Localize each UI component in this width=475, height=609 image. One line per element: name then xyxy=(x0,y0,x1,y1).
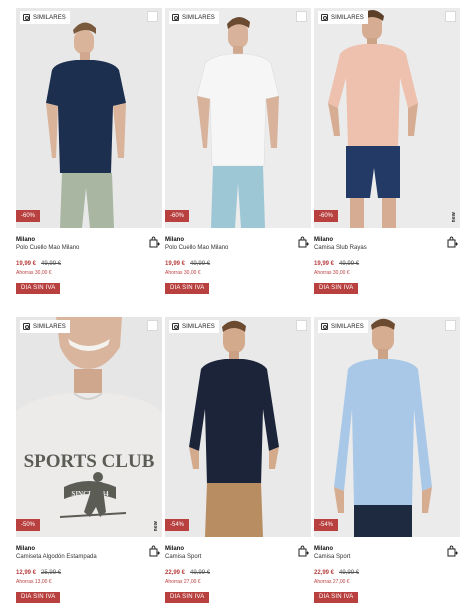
similares-label: SIMILARES xyxy=(182,14,215,21)
product-photo xyxy=(165,8,311,228)
bag-add-icon[interactable] xyxy=(297,545,309,557)
product-name[interactable]: Camisa Sport xyxy=(314,553,460,561)
similar-search-icon xyxy=(172,14,179,21)
product-card[interactable]: SIMILARES -60% Milano Polo Cuello Mao Mi… xyxy=(165,8,311,310)
current-price: 22,99 € xyxy=(165,570,186,576)
product-photo xyxy=(16,8,162,228)
new-tag: new xyxy=(153,520,159,531)
original-price: 49,99 € xyxy=(190,261,211,267)
product-photo xyxy=(165,317,311,537)
current-price: 19,99 € xyxy=(165,261,186,267)
wishlist-checkbox[interactable] xyxy=(296,320,307,331)
similares-button[interactable]: SIMILARES xyxy=(20,320,70,333)
similares-button[interactable]: SIMILARES xyxy=(318,11,368,24)
product-card[interactable]: SIMILARES -60% new Milano Camisa Slub Ra… xyxy=(314,8,460,310)
current-price: 12,99 € xyxy=(16,570,37,576)
discount-badge: -60% xyxy=(165,210,190,222)
product-name[interactable]: Polo Cuello Mao Milano xyxy=(165,244,311,252)
savings-text: Ahorras 30,00 € xyxy=(16,270,52,276)
promo-badge: DIA SIN IVA xyxy=(16,592,61,603)
savings-text: Ahorras 27,00 € xyxy=(165,579,201,585)
new-tag: new xyxy=(451,211,457,222)
product-brand: Milano xyxy=(16,237,35,243)
wishlist-checkbox[interactable] xyxy=(147,11,158,22)
promo-badge: DIA SIN IVA xyxy=(16,283,61,294)
promo-badge: DIA SIN IVA xyxy=(165,592,210,603)
similar-search-icon xyxy=(23,323,30,330)
similar-search-icon xyxy=(321,14,328,21)
similares-button[interactable]: SIMILARES xyxy=(318,320,368,333)
bag-add-icon[interactable] xyxy=(446,545,458,557)
product-brand: Milano xyxy=(314,237,333,243)
product-image[interactable]: SPORTS CLUB SINCE 1984 SIMILARES -50% ne… xyxy=(16,317,162,537)
product-image[interactable]: SIMILARES -60% xyxy=(16,8,162,228)
original-price: 25,99 € xyxy=(41,570,62,576)
product-name[interactable]: Camiseta Algodón Estampada xyxy=(16,553,162,561)
product-photo xyxy=(314,317,460,537)
product-brand: Milano xyxy=(165,237,184,243)
bag-add-icon[interactable] xyxy=(148,545,160,557)
product-name[interactable]: Polo Cuello Mao Milano xyxy=(16,244,162,252)
similares-label: SIMILARES xyxy=(33,323,66,330)
promo-badge: DIA SIN IVA xyxy=(314,592,359,603)
discount-badge: -60% xyxy=(314,210,339,222)
product-photo: SPORTS CLUB SINCE 1984 xyxy=(16,317,162,537)
current-price: 22,99 € xyxy=(314,570,335,576)
wishlist-checkbox[interactable] xyxy=(445,320,456,331)
bag-add-icon[interactable] xyxy=(297,236,309,248)
bag-add-icon[interactable] xyxy=(446,236,458,248)
product-image[interactable]: SIMILARES -60% new xyxy=(314,8,460,228)
similares-label: SIMILARES xyxy=(182,323,215,330)
similares-button[interactable]: SIMILARES xyxy=(169,11,219,24)
product-brand: Milano xyxy=(16,546,35,552)
product-card[interactable]: SIMILARES -60% Milano Polo Cuello Mao Mi… xyxy=(16,8,162,310)
product-card[interactable]: SIMILARES -54% Milano Camisa Sport 22,99… xyxy=(165,317,311,609)
savings-text: Ahorras 27,00 € xyxy=(314,579,350,585)
similar-search-icon xyxy=(172,323,179,330)
promo-badge: DIA SIN IVA xyxy=(165,283,210,294)
original-price: 49,99 € xyxy=(190,570,211,576)
product-image[interactable]: SIMILARES -54% xyxy=(165,317,311,537)
bag-add-icon[interactable] xyxy=(148,236,160,248)
product-brand: Milano xyxy=(314,546,333,552)
product-name[interactable]: Camisa Sport xyxy=(165,553,311,561)
similar-search-icon xyxy=(321,323,328,330)
current-price: 19,99 € xyxy=(16,261,37,267)
similares-button[interactable]: SIMILARES xyxy=(20,11,70,24)
wishlist-checkbox[interactable] xyxy=(296,11,307,22)
original-price: 49,99 € xyxy=(339,261,360,267)
product-image[interactable]: SIMILARES -60% xyxy=(165,8,311,228)
current-price: 19,99 € xyxy=(314,261,335,267)
product-name[interactable]: Camisa Slub Rayas xyxy=(314,244,460,252)
discount-badge: -54% xyxy=(165,519,190,531)
similares-button[interactable]: SIMILARES xyxy=(169,320,219,333)
product-image[interactable]: SIMILARES -54% xyxy=(314,317,460,537)
promo-badge: DIA SIN IVA xyxy=(314,283,359,294)
wishlist-checkbox[interactable] xyxy=(147,320,158,331)
discount-badge: -50% xyxy=(16,519,41,531)
similares-label: SIMILARES xyxy=(331,323,364,330)
discount-badge: -60% xyxy=(16,210,41,222)
discount-badge: -54% xyxy=(314,519,339,531)
original-price: 49,99 € xyxy=(339,570,360,576)
similares-label: SIMILARES xyxy=(33,14,66,21)
similar-search-icon xyxy=(23,14,30,21)
savings-text: Ahorras 13,00 € xyxy=(16,579,52,585)
similares-label: SIMILARES xyxy=(331,14,364,21)
product-brand: Milano xyxy=(165,546,184,552)
tee-print-line1: SPORTS CLUB xyxy=(24,451,155,472)
savings-text: Ahorras 30,00 € xyxy=(314,270,350,276)
product-photo xyxy=(314,8,460,228)
product-card[interactable]: SPORTS CLUB SINCE 1984 SIMILARES -50% ne… xyxy=(16,317,162,609)
wishlist-checkbox[interactable] xyxy=(445,11,456,22)
savings-text: Ahorras 30,00 € xyxy=(165,270,201,276)
product-card[interactable]: SIMILARES -54% Milano Camisa Sport 22,99… xyxy=(314,317,460,609)
original-price: 49,99 € xyxy=(41,261,62,267)
